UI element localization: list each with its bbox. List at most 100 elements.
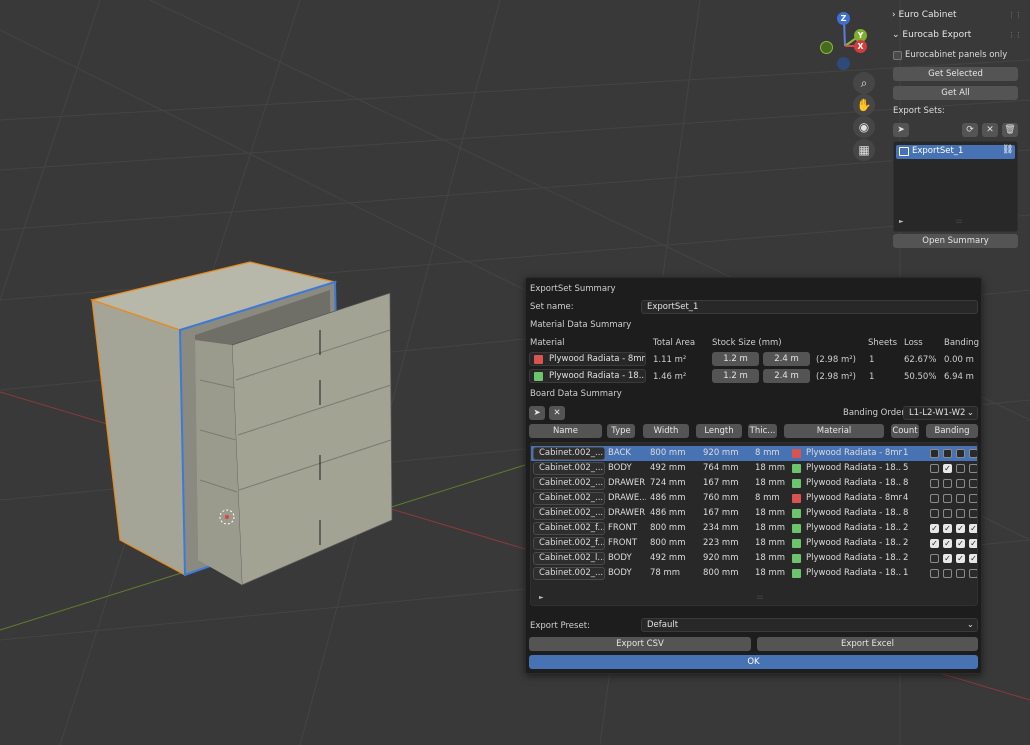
export-excel-button[interactable]: Export Excel (757, 637, 978, 651)
close-icon[interactable]: ✕ (982, 123, 998, 137)
sort-material-button[interactable]: Material (784, 424, 884, 438)
get-selected-button[interactable]: Get Selected (893, 67, 1018, 81)
board-name-field[interactable]: Cabinet.002_f... (533, 537, 605, 550)
table-row[interactable]: Cabinet.002_... DRAWER 486 mm 167 mm 18 mm Pl… (531, 506, 977, 521)
banding-checkbox[interactable] (956, 479, 965, 488)
banding-checkbox[interactable] (956, 494, 965, 503)
banding-checkbox[interactable] (943, 509, 952, 518)
banding-checkbox[interactable] (969, 494, 977, 503)
eurocab-export-section[interactable]: ⌄ Eurocab Export (892, 26, 971, 44)
banding-checkbox[interactable] (969, 569, 977, 578)
material-name-field[interactable]: Plywood Radiata - 18... (529, 369, 646, 383)
expand-arrow-icon[interactable]: ► (539, 594, 544, 601)
banding-checkbox[interactable] (930, 479, 939, 488)
banding-checkbox[interactable]: ✓ (969, 524, 977, 533)
resize-handle-icon[interactable]: ::: (956, 218, 962, 225)
banding-checkbox[interactable] (969, 449, 977, 458)
banding-checkbox[interactable]: ✓ (943, 539, 952, 548)
banding-checkbox[interactable] (943, 569, 952, 578)
hand-pan-icon[interactable]: ✋ (853, 94, 875, 116)
gizmo-neg-x-axis[interactable] (820, 41, 833, 54)
banding-checkbox[interactable] (943, 494, 952, 503)
table-row[interactable]: Cabinet.002_f... FRONT 800 mm 234 mm 18 mm Pl… (531, 521, 977, 536)
ok-button[interactable]: OK (529, 655, 978, 669)
sort-count-button[interactable]: Count (891, 424, 919, 438)
board-name-field[interactable]: Cabinet.002_... (533, 462, 605, 475)
table-row[interactable]: Cabinet.002_... DRAWER 724 mm 167 mm 18 mm Pl… (531, 476, 977, 491)
banding-order-select[interactable]: L1-L2-W1-W2 ⌄ (903, 406, 978, 420)
navigation-gizmo[interactable]: Z Y X (815, 12, 875, 72)
board-list[interactable]: Cabinet.002_... BACK 800 mm 920 mm 8 mm Plywo… (530, 442, 978, 606)
set-name-field[interactable]: ExportSet_1 (641, 300, 978, 314)
select-cursor-button[interactable]: ➤ (529, 406, 545, 420)
banding-checkbox[interactable]: ✓ (943, 524, 952, 533)
refresh-button[interactable]: ⟳ (962, 123, 978, 137)
sort-banding-button[interactable]: Banding (926, 424, 978, 438)
resize-handle-icon[interactable]: ::: (757, 594, 763, 601)
stock-width-field[interactable]: 1.2 m (712, 369, 759, 383)
banding-checkbox[interactable] (930, 569, 939, 578)
board-name-field[interactable]: Cabinet.002_... (533, 447, 605, 460)
banding-checkbox[interactable] (956, 449, 965, 458)
close-icon[interactable]: ✕ (549, 406, 565, 420)
board-name-field[interactable]: Cabinet.002_l... (533, 552, 605, 565)
drag-handle-icon[interactable]: ⋮⋮ (1008, 31, 1022, 39)
drag-handle-icon[interactable]: ⋮⋮ (1008, 11, 1022, 19)
banding-checkbox[interactable]: ✓ (969, 539, 977, 548)
sort-type-button[interactable]: Type (607, 424, 635, 438)
banding-checkbox[interactable] (930, 494, 939, 503)
export-csv-button[interactable]: Export CSV (529, 637, 751, 651)
sort-width-button[interactable]: Width (643, 424, 689, 438)
board-name-field[interactable]: Cabinet.002_... (533, 507, 605, 520)
banding-checkbox[interactable] (930, 554, 939, 563)
banding-checkbox[interactable] (956, 464, 965, 473)
gizmo-x-axis[interactable]: X (854, 40, 867, 53)
table-row[interactable]: Cabinet.002_... DRAWE... 486 mm 760 mm 8 mm P… (531, 491, 977, 506)
stock-length-field[interactable]: 2.4 m (763, 352, 810, 366)
gizmo-neg-z-axis[interactable] (837, 57, 850, 70)
banding-checkbox[interactable] (930, 464, 939, 473)
table-row[interactable]: Cabinet.002_... BODY 78 mm 800 mm 18 mm Plywo… (531, 566, 977, 581)
banding-checkbox[interactable] (969, 479, 977, 488)
board-name-field[interactable]: Cabinet.002_... (533, 477, 605, 490)
banding-checkbox[interactable]: ✓ (956, 539, 965, 548)
banding-checkbox[interactable] (969, 509, 977, 518)
link-icon[interactable]: ⛓ (1002, 145, 1013, 155)
euro-cabinet-section[interactable]: › Euro Cabinet (892, 6, 957, 24)
cabinet-model[interactable] (89, 261, 393, 586)
table-row[interactable]: Cabinet.002_... BODY 492 mm 764 mm 18 mm Plyw… (531, 461, 977, 476)
board-name-field[interactable]: Cabinet.002_... (533, 567, 605, 580)
panels-only-checkbox[interactable] (893, 51, 902, 60)
sort-length-button[interactable]: Length (696, 424, 742, 438)
export-sets-list[interactable]: ExportSet_1 ⛓ ► ::: (893, 141, 1018, 232)
banding-checkbox[interactable] (943, 449, 952, 458)
banding-checkbox[interactable]: ✓ (930, 539, 939, 548)
gizmo-z-axis[interactable]: Z (837, 12, 850, 25)
board-name-field[interactable]: Cabinet.002_f... (533, 522, 605, 535)
banding-checkbox[interactable] (956, 569, 965, 578)
table-row[interactable]: Cabinet.002_l... BODY 492 mm 920 mm 18 mm Ply… (531, 551, 977, 566)
banding-checkbox[interactable] (930, 449, 939, 458)
get-all-button[interactable]: Get All (893, 86, 1018, 100)
sort-thickness-button[interactable]: Thic... (748, 424, 777, 438)
banding-checkbox[interactable]: ✓ (956, 524, 965, 533)
banding-checkbox[interactable]: ✓ (956, 554, 965, 563)
expand-arrow-icon[interactable]: ► (899, 218, 904, 225)
grid-perspective-icon[interactable]: ▦ (853, 139, 875, 161)
export-preset-select[interactable]: Default ⌄ (641, 618, 978, 632)
table-row[interactable]: Cabinet.002_f... FRONT 800 mm 223 mm 18 mm Pl… (531, 536, 977, 551)
stock-width-field[interactable]: 1.2 m (712, 352, 759, 366)
board-name-field[interactable]: Cabinet.002_... (533, 492, 605, 505)
banding-checkbox[interactable]: ✓ (943, 464, 952, 473)
trash-icon[interactable]: 🗑 (1002, 123, 1018, 137)
banding-checkbox[interactable] (930, 509, 939, 518)
list-item[interactable]: ExportSet_1 ⛓ (896, 145, 1015, 159)
table-row[interactable]: Cabinet.002_... BACK 800 mm 920 mm 8 mm Plywo… (531, 446, 977, 461)
banding-checkbox[interactable] (969, 464, 977, 473)
stock-length-field[interactable]: 2.4 m (763, 369, 810, 383)
sort-name-button[interactable]: Name (529, 424, 602, 438)
banding-checkbox[interactable]: ✓ (930, 524, 939, 533)
banding-checkbox[interactable]: ✓ (969, 554, 977, 563)
open-summary-button[interactable]: Open Summary (893, 234, 1018, 248)
select-cursor-button[interactable]: ➤ (893, 123, 909, 137)
